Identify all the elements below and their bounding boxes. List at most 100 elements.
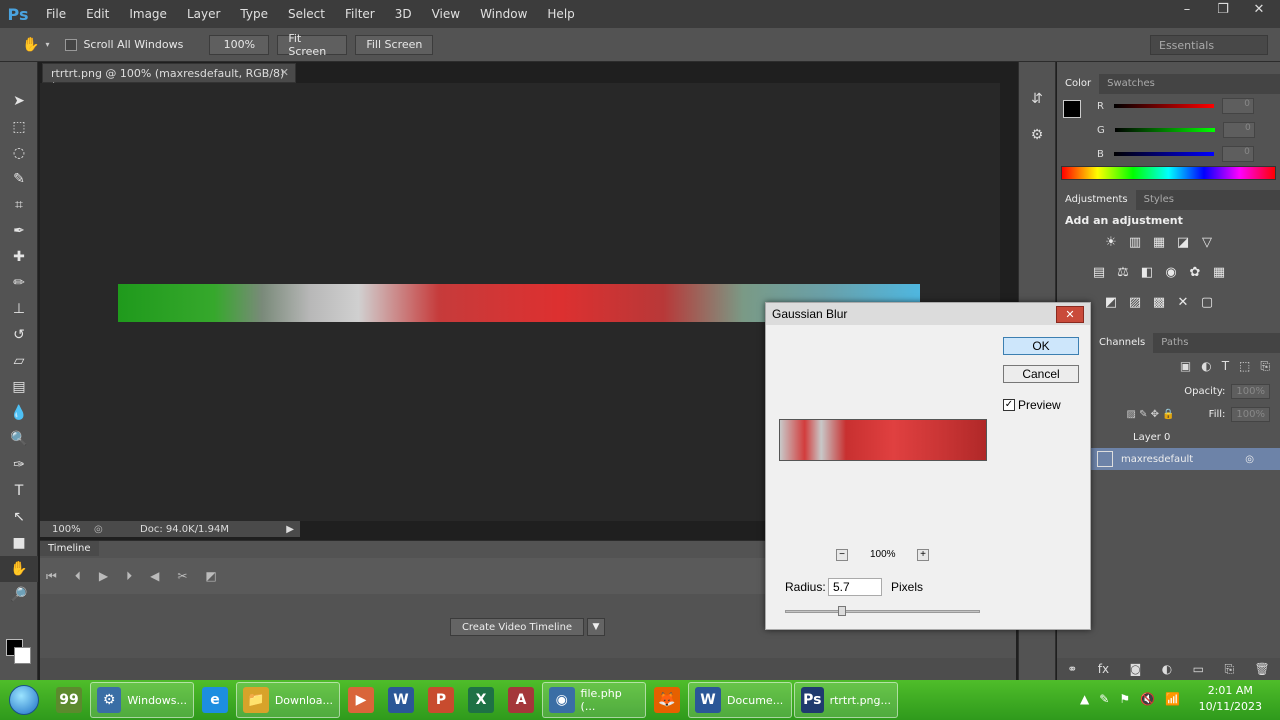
- ok-button[interactable]: OK: [1003, 337, 1079, 355]
- fill-field[interactable]: 100%: [1231, 407, 1270, 422]
- path-select-tool-icon[interactable]: ↖: [0, 504, 38, 530]
- lasso-tool-icon[interactable]: ◌: [0, 140, 38, 166]
- tray-expand-icon[interactable]: ▲: [1080, 692, 1089, 706]
- move-tool-icon[interactable]: ➤: [0, 88, 38, 114]
- zoom-100-button[interactable]: 100%: [209, 34, 270, 55]
- color-balance-icon[interactable]: ⚖: [1113, 265, 1133, 287]
- vibrance-icon[interactable]: ▽: [1197, 235, 1217, 257]
- taskbar-item[interactable]: X: [462, 682, 500, 718]
- fit-screen-button[interactable]: Fit Screen: [277, 32, 348, 58]
- invert-icon[interactable]: ◩: [1101, 295, 1121, 317]
- menu-filter[interactable]: Filter: [335, 0, 385, 28]
- menu-3d[interactable]: 3D: [385, 0, 422, 28]
- taskbar-item[interactable]: Ps rtrtrt.png...: [794, 682, 898, 718]
- filter-pixel-icon[interactable]: ▣: [1180, 359, 1191, 374]
- radius-slider-thumb[interactable]: [837, 606, 846, 616]
- red-slider[interactable]: [1113, 104, 1214, 108]
- close-window-button[interactable]: ✕: [1248, 2, 1270, 17]
- new-layer-icon[interactable]: ⎘: [1224, 662, 1234, 677]
- crop-tool-icon[interactable]: ⌗: [0, 192, 38, 218]
- gradient-map-icon[interactable]: ✕: [1173, 295, 1193, 317]
- taskbar-item[interactable]: W: [382, 682, 420, 718]
- black-white-icon[interactable]: ◧: [1137, 265, 1157, 287]
- tab-adjustments[interactable]: Adjustments: [1057, 190, 1136, 210]
- blur-tool-icon[interactable]: 💧: [0, 400, 38, 426]
- quick-select-tool-icon[interactable]: ✎: [0, 166, 38, 192]
- radius-input[interactable]: [828, 578, 882, 596]
- taskbar-item[interactable]: 🦊: [648, 682, 686, 718]
- taskbar-item[interactable]: 📁 Downloa...: [236, 682, 340, 718]
- fx-icon[interactable]: fx: [1098, 662, 1109, 676]
- next-frame-icon[interactable]: ⏵: [126, 569, 132, 584]
- timeline-tab[interactable]: Timeline: [40, 541, 99, 556]
- status-menu-arrow-icon[interactable]: ▶: [286, 524, 294, 535]
- hand-tool-icon[interactable]: ✋: [22, 37, 39, 53]
- background-color-swatch[interactable]: [14, 647, 31, 664]
- foreground-color-chip[interactable]: [1063, 100, 1081, 118]
- audio-icon[interactable]: ◀: [150, 569, 159, 583]
- blur-preview-image[interactable]: [779, 419, 987, 461]
- eyedropper-tool-icon[interactable]: ✒: [0, 218, 38, 244]
- green-value-field[interactable]: 0: [1222, 122, 1255, 138]
- menu-edit[interactable]: Edit: [76, 0, 119, 28]
- type-tool-icon[interactable]: T: [0, 478, 38, 504]
- blue-slider[interactable]: [1113, 152, 1214, 156]
- workspace-select[interactable]: Essentials: [1150, 35, 1268, 55]
- taskbar-item[interactable]: 99: [50, 682, 88, 718]
- network-icon[interactable]: ⚑: [1119, 692, 1130, 706]
- channel-mixer-icon[interactable]: ✿: [1185, 265, 1205, 287]
- hue-saturation-icon[interactable]: ▤: [1089, 265, 1109, 287]
- start-button[interactable]: [0, 680, 48, 720]
- add-mask-icon[interactable]: ◙: [1130, 662, 1142, 676]
- previous-frame-icon[interactable]: ⏴: [75, 569, 81, 584]
- dialog-titlebar[interactable]: Gaussian Blur ✕: [766, 303, 1090, 325]
- shape-tool-icon[interactable]: ■: [0, 530, 38, 556]
- link-layers-icon[interactable]: ⚭: [1067, 662, 1077, 676]
- menu-file[interactable]: File: [36, 0, 76, 28]
- tab-color[interactable]: Color: [1057, 74, 1100, 94]
- eraser-tool-icon[interactable]: ▱: [0, 348, 38, 374]
- zoom-out-button[interactable]: −: [836, 549, 848, 561]
- document-tab[interactable]: rtrtrt.png @ 100% (maxresdefault, RGB/8)…: [42, 63, 296, 93]
- properties-panel-icon[interactable]: ⚙: [1024, 122, 1050, 148]
- menu-view[interactable]: View: [422, 0, 470, 28]
- tab-paths[interactable]: Paths: [1153, 333, 1196, 353]
- history-brush-tool-icon[interactable]: ↺: [0, 322, 38, 348]
- hand-tool-icon[interactable]: ✋: [0, 556, 38, 582]
- split-icon[interactable]: ✂: [177, 569, 187, 583]
- tab-styles[interactable]: Styles: [1136, 190, 1182, 210]
- scroll-all-windows-checkbox[interactable]: Scroll All Windows: [65, 38, 183, 51]
- blue-value-field[interactable]: 0: [1221, 146, 1254, 162]
- delete-layer-icon[interactable]: 🗑: [1255, 662, 1270, 676]
- wifi-icon[interactable]: 📶: [1165, 692, 1180, 706]
- radius-slider-track[interactable]: [785, 610, 980, 613]
- brightness-icon[interactable]: ☀: [1101, 235, 1121, 257]
- red-value-field[interactable]: 0: [1221, 98, 1254, 114]
- fill-screen-button[interactable]: Fill Screen: [355, 34, 434, 55]
- layer-visibility-icon[interactable]: ◎: [1245, 454, 1254, 465]
- threshold-icon[interactable]: ▩: [1149, 295, 1169, 317]
- exposure-icon[interactable]: ◪: [1173, 235, 1193, 257]
- zoom-level-field[interactable]: 100%: [40, 524, 81, 535]
- taskbar-clock[interactable]: 2:01 AM 10/11/2023: [1199, 683, 1262, 715]
- transition-icon[interactable]: ◩: [205, 569, 216, 583]
- taskbar-item[interactable]: ◉ file.php (...: [542, 682, 646, 718]
- cancel-button[interactable]: Cancel: [1003, 365, 1079, 383]
- selective-color-icon[interactable]: ▢: [1197, 295, 1217, 317]
- color-spectrum-ramp[interactable]: [1061, 166, 1276, 180]
- dialog-close-button[interactable]: ✕: [1056, 306, 1084, 323]
- opacity-field[interactable]: 100%: [1231, 384, 1270, 399]
- menu-type[interactable]: Type: [230, 0, 278, 28]
- posterize-icon[interactable]: ▨: [1125, 295, 1145, 317]
- play-icon[interactable]: ▶: [99, 569, 108, 583]
- taskbar-item[interactable]: ▶: [342, 682, 380, 718]
- preview-checkbox[interactable]: ✓: [1003, 399, 1015, 411]
- filter-smart-icon[interactable]: ⎘: [1260, 359, 1270, 374]
- stamp-tool-icon[interactable]: ⊥: [0, 296, 38, 322]
- tab-swatches[interactable]: Swatches: [1099, 74, 1163, 94]
- filter-type-icon[interactable]: T: [1222, 359, 1229, 374]
- menu-window[interactable]: Window: [470, 0, 537, 28]
- color-lookup-icon[interactable]: ▦: [1209, 265, 1229, 287]
- pen-tool-icon[interactable]: ✑: [0, 452, 38, 478]
- tab-channels[interactable]: Channels: [1091, 333, 1154, 353]
